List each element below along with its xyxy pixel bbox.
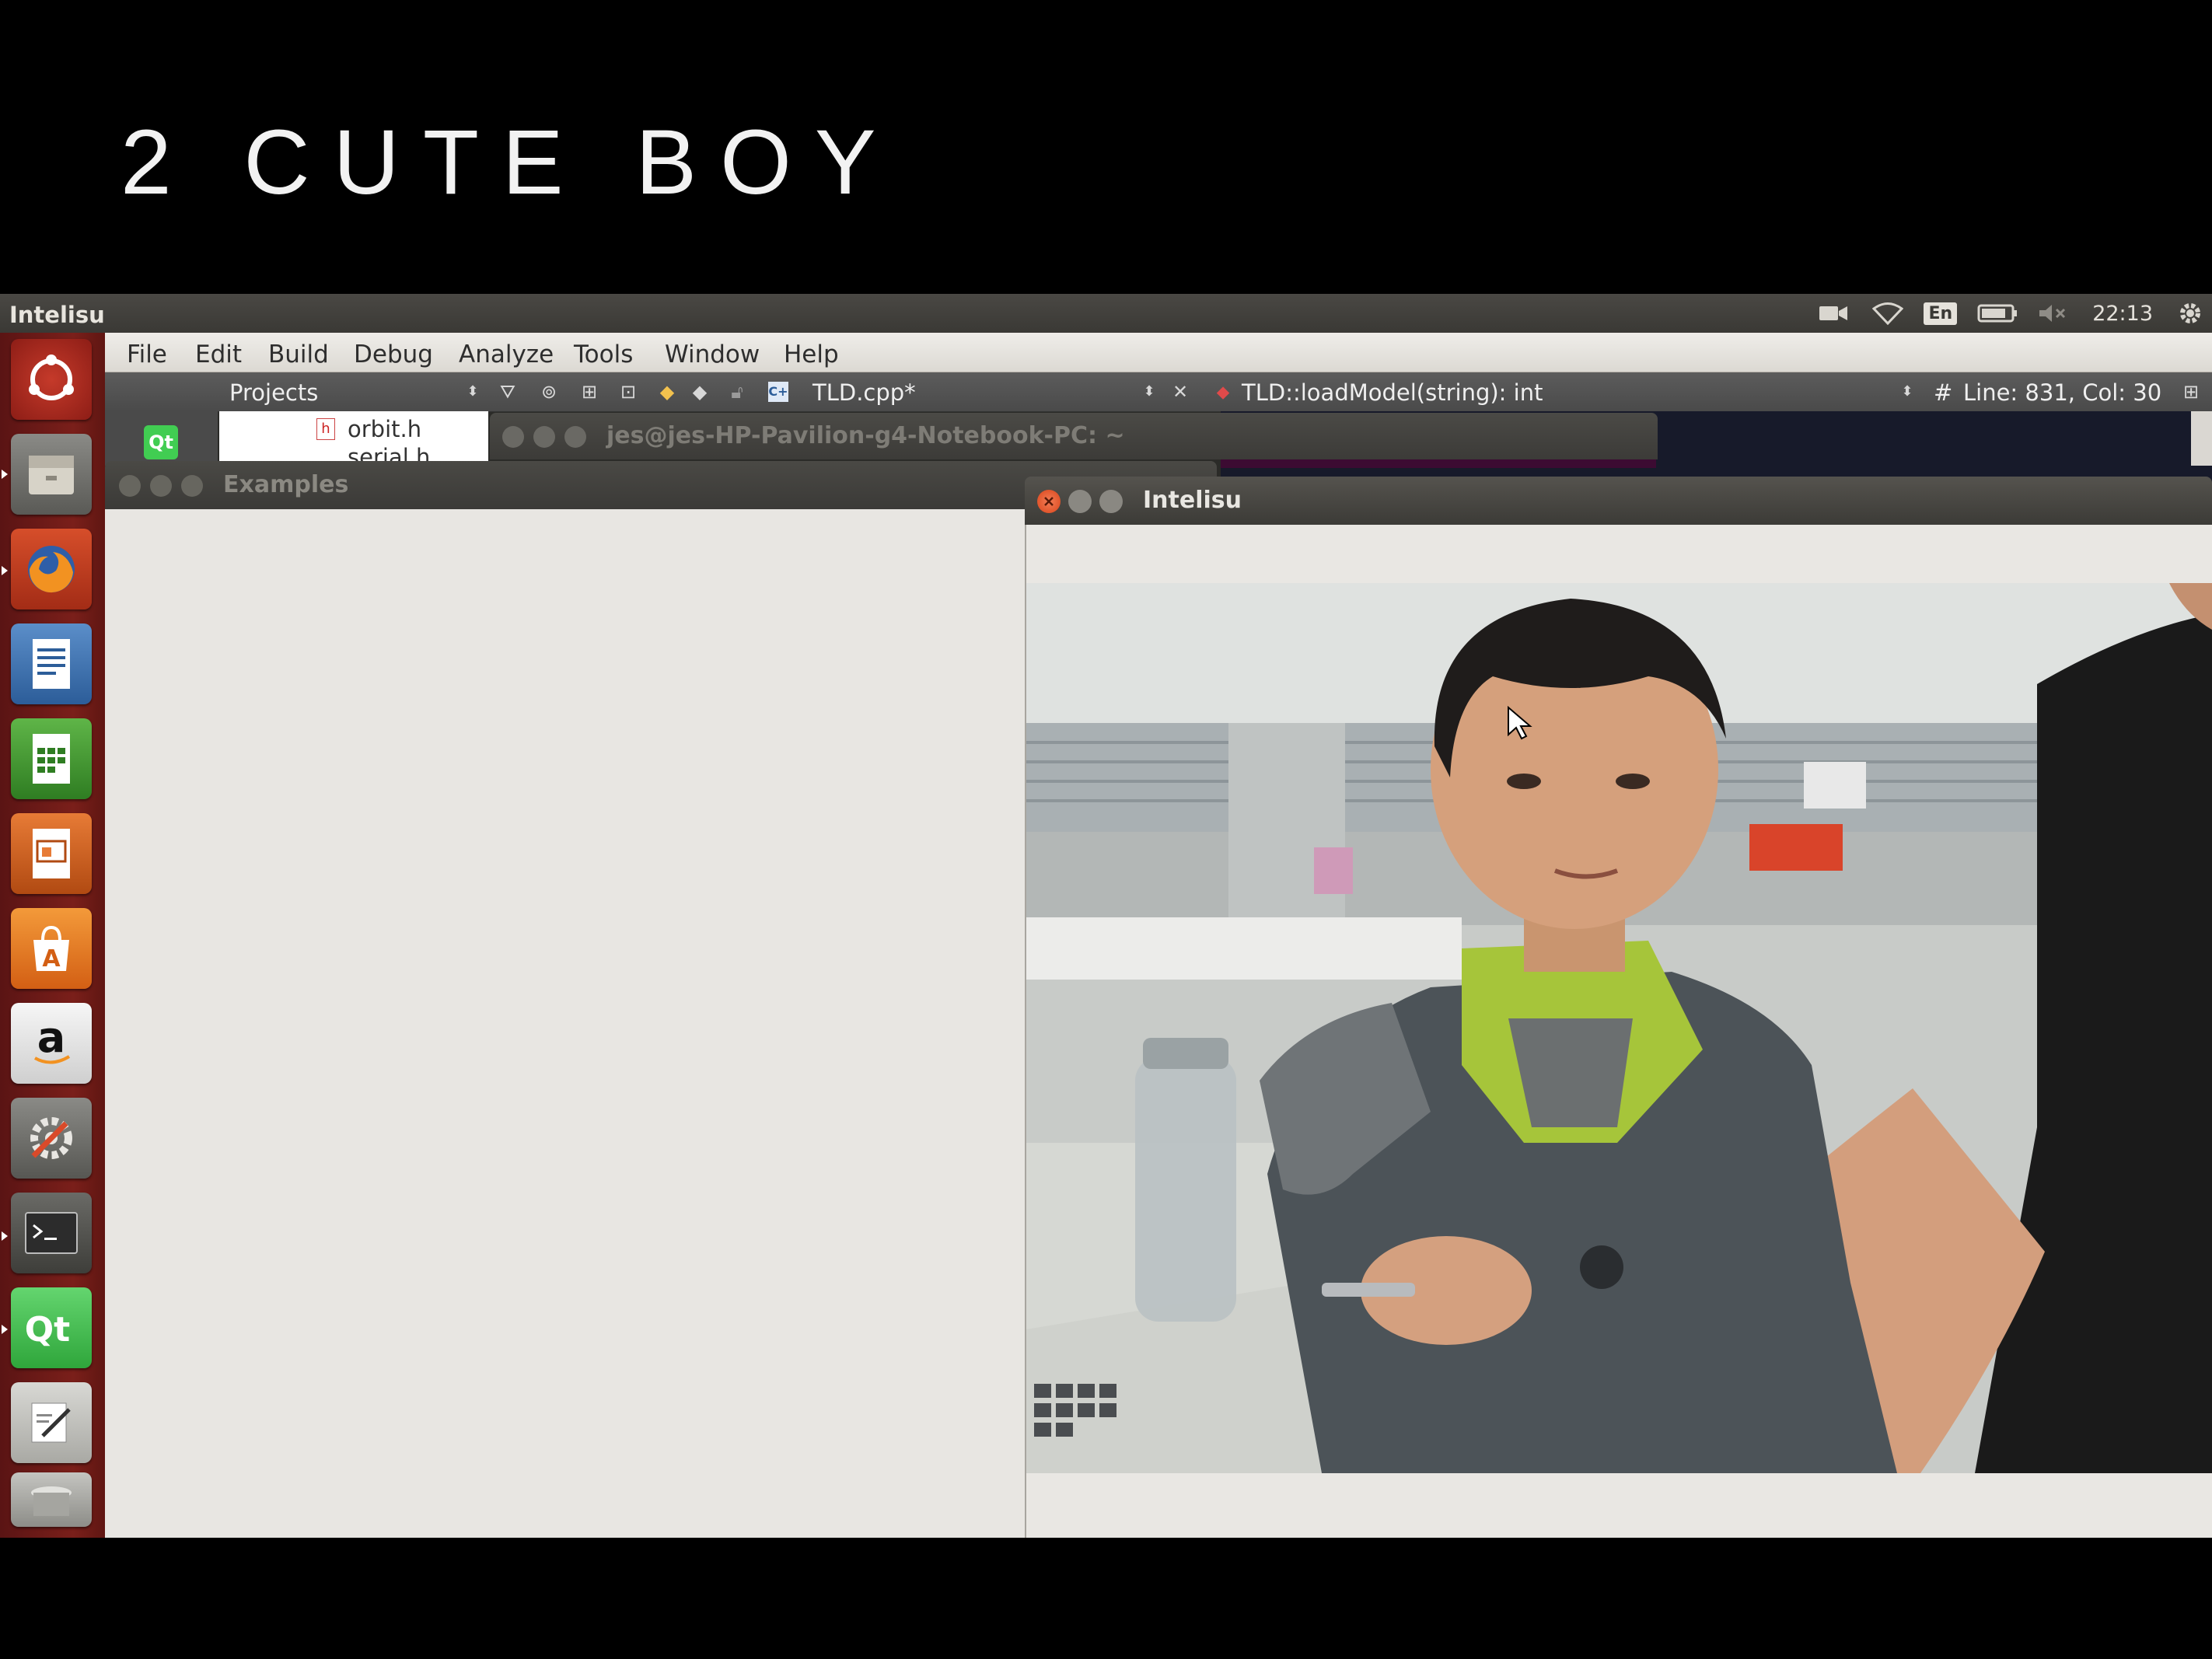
indicator-area: En 22:13 (1801, 294, 2212, 333)
active-app-name: Intelisu (9, 302, 105, 328)
desktop-screenshot: Intelisu En 22:13 A a Qt File Edit Build… (0, 294, 2212, 1538)
menu-window[interactable]: Window (665, 341, 760, 368)
updown-icon: ⬍ (1143, 383, 1155, 400)
battery-icon[interactable] (1977, 303, 2018, 323)
maximize-icon[interactable] (1099, 490, 1123, 513)
back-icon[interactable]: ◆ (657, 382, 677, 402)
window-title: Examples (223, 471, 349, 498)
maximize-icon[interactable] (181, 475, 203, 497)
link-icon[interactable]: ⊚ (539, 382, 559, 402)
svg-text:Qt: Qt (25, 1310, 70, 1350)
slide-title: 2 CUTE BOY (121, 111, 900, 214)
svg-text:A: A (42, 945, 61, 973)
dash-home-icon[interactable] (11, 339, 92, 420)
files-icon[interactable] (11, 434, 92, 515)
cpp-file-icon: C+ (768, 382, 788, 402)
libreoffice-impress-icon[interactable] (11, 813, 92, 894)
menu-help[interactable]: Help (784, 341, 839, 368)
close-pane-icon[interactable]: ⊡ (618, 382, 638, 402)
top-panel: Intelisu En 22:13 (0, 294, 2212, 333)
cursor-position[interactable]: Line: 831, Col: 30 (1963, 379, 2161, 406)
editor-scrollbar[interactable] (2191, 411, 2212, 466)
split-icon[interactable]: ⊞ (579, 382, 599, 402)
webcam-scene (1026, 583, 2212, 1473)
projects-selector[interactable]: Projects (229, 379, 318, 406)
close-icon[interactable] (119, 475, 141, 497)
menu-tools[interactable]: Tools (574, 341, 633, 368)
filter-icon[interactable]: ⛛ (498, 382, 518, 402)
lock-icon: 🔓︎ (731, 381, 743, 403)
software-center-icon[interactable]: A (11, 908, 92, 989)
close-icon[interactable] (502, 426, 524, 448)
window-title: Intelisu (1143, 487, 1242, 514)
menu-analyze[interactable]: Analyze (459, 341, 554, 368)
menu-debug[interactable]: Debug (354, 341, 433, 368)
minimize-icon[interactable] (1068, 490, 1092, 513)
close-file-icon[interactable]: ✕ (1170, 382, 1190, 402)
webcam-video-frame (1026, 583, 2212, 1473)
clock[interactable]: 22:13 (2092, 302, 2153, 326)
amazon-icon[interactable]: a (11, 1003, 92, 1084)
minimize-icon[interactable] (533, 426, 555, 448)
maximize-icon[interactable] (564, 426, 586, 448)
qt-creator-icon[interactable]: Qt (11, 1287, 92, 1368)
system-settings-icon[interactable] (11, 1098, 92, 1179)
function-selector[interactable]: TLD::loadModel(string): int (1242, 379, 1543, 406)
intelisu-window-titlebar: Intelisu (1025, 477, 2212, 525)
project-file-list: h orbit.h serial.h (219, 411, 488, 466)
camera-icon[interactable] (1818, 302, 1849, 324)
menu-file[interactable]: File (127, 341, 167, 368)
updown-icon: ⬍ (1901, 383, 1913, 400)
gear-icon[interactable] (2176, 299, 2204, 327)
minimize-icon[interactable] (150, 475, 172, 497)
firefox-icon[interactable] (11, 529, 92, 609)
qt-menubar: File Edit Build Debug Analyze Tools Wind… (105, 333, 2212, 372)
libreoffice-writer-icon[interactable] (11, 623, 92, 704)
split-editor-icon[interactable]: ⊞ (2181, 382, 2201, 402)
forward-icon[interactable]: ◆ (690, 382, 710, 402)
function-icon: ⬥ (1216, 381, 1230, 403)
header-file-icon: h (316, 418, 335, 440)
trash-icon[interactable] (11, 1472, 92, 1527)
updown-icon: ⬍ (467, 383, 479, 400)
libreoffice-calc-icon[interactable] (11, 718, 92, 799)
menu-build[interactable]: Build (268, 341, 329, 368)
terminal-window-titlebar: jes@jes-HP-Pavilion-g4-Notebook-PC: ~ (490, 413, 1658, 459)
qt-editor-toolbar: Projects ⬍ ⛛ ⊚ ⊞ ⊡ ◆ ◆ 🔓︎ C+ TLD.cpp* ⬍ … (105, 372, 2212, 412)
window-title: jes@jes-HP-Pavilion-g4-Notebook-PC: ~ (606, 422, 1125, 449)
hash-label: # (1934, 379, 1953, 406)
language-indicator[interactable]: En (1924, 302, 1958, 325)
volume-muted-icon[interactable] (2038, 302, 2069, 324)
file-item[interactable]: orbit.h (348, 416, 421, 442)
qt-mode-bar: Qt (105, 411, 218, 466)
text-editor-icon[interactable] (11, 1382, 92, 1463)
unity-launcher: A a Qt (0, 333, 107, 1538)
wifi-icon[interactable] (1872, 302, 1904, 325)
qt-logo: Qt (144, 425, 178, 459)
current-file-selector[interactable]: TLD.cpp* (812, 379, 916, 406)
close-icon[interactable] (1037, 490, 1061, 513)
svg-text:a: a (37, 1016, 65, 1062)
menu-edit[interactable]: Edit (195, 341, 242, 368)
terminal-icon[interactable] (11, 1193, 92, 1273)
